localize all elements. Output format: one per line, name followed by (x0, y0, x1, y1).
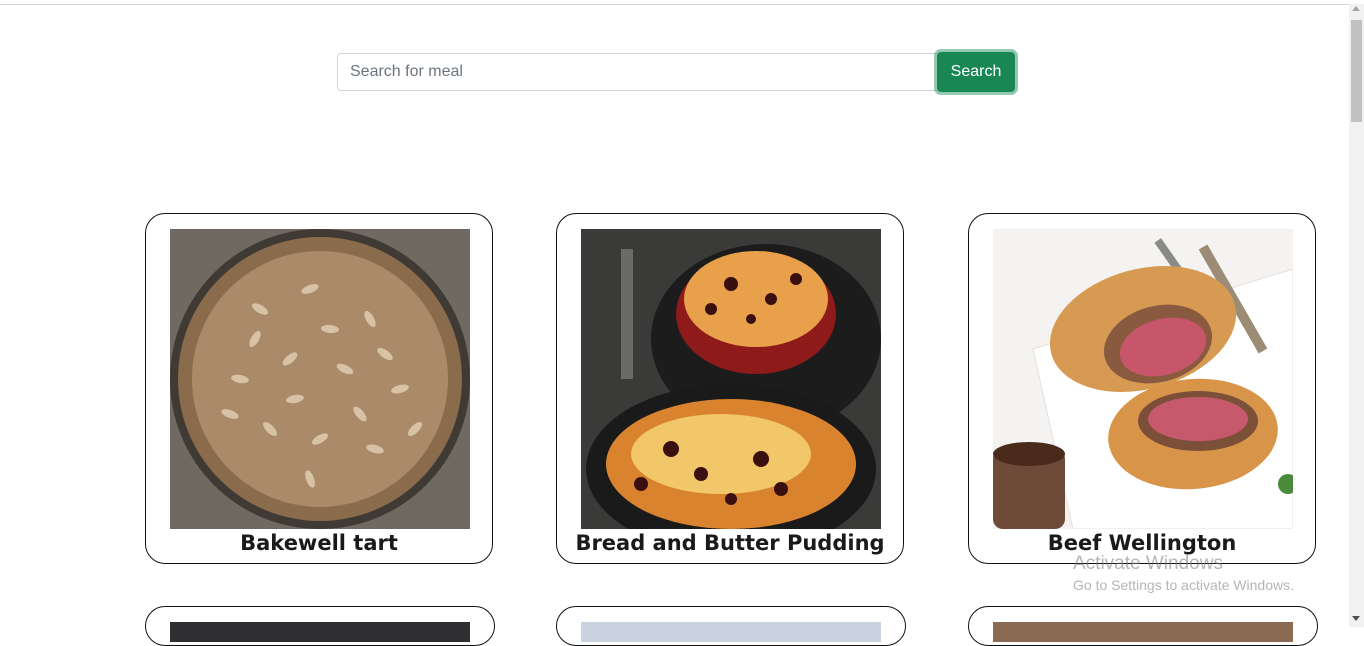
vertical-scrollbar[interactable] (1349, 4, 1364, 627)
meal-card-bread-and-butter-pudding[interactable]: Bread and Butter Pudding (556, 213, 904, 564)
meal-card-partial[interactable] (968, 606, 1318, 646)
scroll-up-arrow-icon[interactable] (1352, 6, 1360, 11)
meal-image-partial[interactable] (170, 622, 470, 642)
scroll-down-arrow-icon[interactable] (1352, 616, 1360, 621)
top-border (0, 4, 1349, 5)
meal-image-partial[interactable] (581, 622, 881, 642)
search-input[interactable] (337, 53, 937, 91)
meal-image-bakewell-tart[interactable] (170, 229, 470, 529)
meal-image-beef-wellington[interactable] (993, 229, 1293, 529)
meal-card-partial[interactable] (556, 606, 906, 646)
meal-title: Bread and Butter Pudding (575, 531, 885, 555)
search-button[interactable]: Search (937, 52, 1015, 92)
search-bar: Search (337, 52, 1017, 92)
meal-card-beef-wellington[interactable]: Beef Wellington (968, 213, 1316, 564)
meal-title: Beef Wellington (1047, 531, 1237, 555)
meal-card-partial[interactable] (145, 606, 495, 646)
meal-image-partial[interactable] (993, 622, 1293, 642)
scrollbar-thumb[interactable] (1351, 20, 1362, 122)
watermark-subtitle: Go to Settings to activate Windows. (1073, 577, 1294, 593)
meal-title: Bakewell tart (240, 531, 398, 555)
meal-card-bakewell-tart[interactable]: Bakewell tart (145, 213, 493, 564)
meal-image-bread-and-butter-pudding[interactable] (581, 229, 881, 529)
